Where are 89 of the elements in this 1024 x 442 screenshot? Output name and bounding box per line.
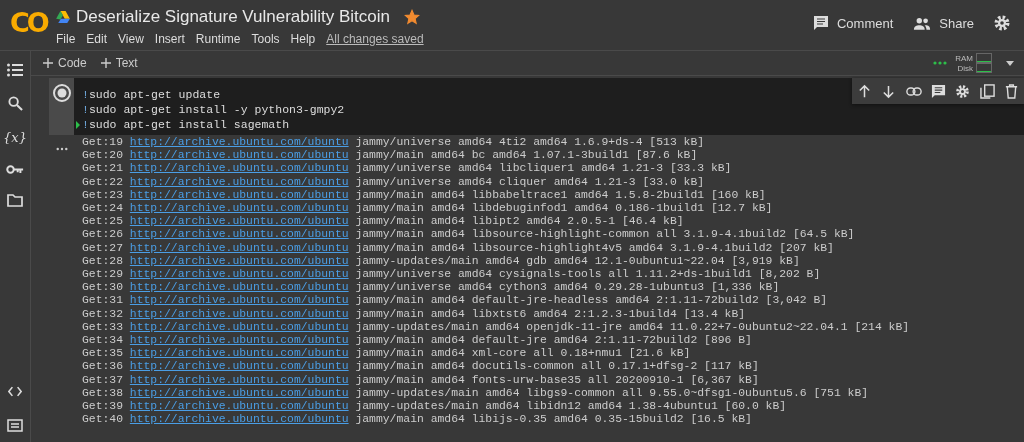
notebook-title[interactable]: Deserialize Signature Vulnerability Bitcoin <box>76 7 391 27</box>
menu-item[interactable]: File <box>56 32 76 46</box>
url-link[interactable]: http://archive.ubuntu.com/ubuntu <box>129 228 349 241</box>
output-line: Get:40 http://archive.ubuntu.com/ubuntu jammy/main amd64 libijs-0.35 amd64 0.35-15build2 [16.5 kB] <box>82 413 752 427</box>
output-line: Get:30 http://archive.ubuntu.com/ubuntu jammy/universe amd64 cython3 amd64 0.29.28-1ubuntu3 [1,336 kB] <box>82 281 780 295</box>
url-link[interactable]: http://archive.ubuntu.com/ubuntu <box>129 241 349 254</box>
key-icon[interactable] <box>6 164 24 175</box>
menu-item[interactable]: Tools <box>251 32 280 46</box>
caret-icon[interactable] <box>1006 60 1014 66</box>
output-line: Get:28 http://archive.ubuntu.com/ubuntu jammy-updates/main amd64 gdb amd64 12.1-0ubuntu1~22.04 [3,919 kB] <box>82 254 800 269</box>
resource-label: Disk <box>957 63 973 73</box>
menu-item[interactable]: Edit <box>86 32 108 46</box>
mirror-cell-icon[interactable] <box>979 83 995 99</box>
url-link[interactable]: http://archive.ubuntu.com/ubuntu <box>129 360 349 373</box>
output-line: Get:37 http://archive.ubuntu.com/ubuntu jammy/main amd64 fonts-urw-base35 all 20200910-1 [6,367 kB] <box>82 373 759 387</box>
output-line: Get:23 http://archive.ubuntu.com/ubuntu jammy/main amd64 libbabeltrace1 amd64 1.5.8-2build1 [160 kB] <box>82 188 766 202</box>
logo[interactable]: CO <box>10 8 46 38</box>
delete-icon[interactable] <box>1004 83 1020 99</box>
url-link[interactable]: http://archive.ubuntu.com/ubuntu <box>129 149 349 162</box>
plus-icon <box>100 58 111 68</box>
output-line: Get:26 http://archive.ubuntu.com/ubuntu jammy/main amd64 libsource-highlight-common all 3.1.9-4.1build2 [64.5 kB] <box>82 228 855 242</box>
url-link[interactable]: http://archive.ubuntu.com/ubuntu <box>129 175 349 188</box>
code-icon[interactable] <box>8 386 22 397</box>
variables-icon[interactable]: {x} <box>3 130 27 145</box>
comment-icon[interactable] <box>930 83 946 99</box>
drive-icon <box>56 11 70 23</box>
url-link[interactable]: http://archive.ubuntu.com/ubuntu <box>129 413 349 426</box>
add-cell-button[interactable]: Text <box>98 56 140 70</box>
menu-item[interactable]: Runtime <box>195 32 241 46</box>
output-line: Get:22 http://archive.ubuntu.com/ubuntu jammy/universe amd64 cliquer amd64 1.21-3 [33.0 kB] <box>82 175 705 189</box>
run-button[interactable] <box>51 83 72 103</box>
url-link[interactable]: http://archive.ubuntu.com/ubuntu <box>129 202 349 214</box>
folder-icon[interactable] <box>7 194 23 207</box>
people-icon <box>913 16 932 30</box>
usage-graph-icon <box>976 53 992 63</box>
output-line: Get:21 http://archive.ubuntu.com/ubuntu jammy/universe amd64 libcliquer1 amd64 1.21-3 [33.3 kB] <box>82 162 732 176</box>
code-line: !sudo apt-get install sagemath <box>82 117 290 132</box>
code-line: !sudo apt-get update <box>82 87 221 102</box>
url-link[interactable]: http://archive.ubuntu.com/ubuntu <box>129 268 349 281</box>
url-link[interactable]: http://archive.ubuntu.com/ubuntu <box>129 320 349 333</box>
search-icon[interactable] <box>7 96 23 111</box>
url-link[interactable]: http://archive.ubuntu.com/ubuntu <box>129 334 349 347</box>
add-cell-button[interactable]: Code <box>41 56 89 70</box>
url-link[interactable]: http://archive.ubuntu.com/ubuntu <box>129 281 349 294</box>
output-line: Get:32 http://archive.ubuntu.com/ubuntu jammy/main amd64 libxtst6 amd64 2:1.2.3-1build4 [13.4 kB] <box>82 307 746 321</box>
code-line: !sudo apt-get install -y python3-gmpy2 <box>82 102 345 117</box>
url-link[interactable]: http://archive.ubuntu.com/ubuntu <box>129 386 349 399</box>
comment-icon <box>812 15 829 31</box>
connected-status-icon <box>933 61 948 65</box>
url-link[interactable]: http://archive.ubuntu.com/ubuntu <box>129 294 349 307</box>
url-link[interactable]: http://archive.ubuntu.com/ubuntu <box>129 136 349 148</box>
url-link[interactable]: http://archive.ubuntu.com/ubuntu <box>129 254 349 267</box>
output-line: Get:19 http://archive.ubuntu.com/ubuntu jammy/universe amd64 4ti2 amd64 1.6.9+ds-4 [513 kB] <box>82 136 705 150</box>
more-options-icon[interactable] <box>55 147 68 151</box>
menu-item[interactable]: Insert <box>154 32 185 46</box>
comment-button[interactable]: Comment <box>812 15 894 31</box>
menu-item[interactable]: View <box>118 32 144 46</box>
output-line: Get:33 http://archive.ubuntu.com/ubuntu jammy-updates/main amd64 openjdk-11-jre amd64 11.0.22+7-0ubuntu2~22.04.1 [214 kB] <box>82 320 910 335</box>
output-line: Get:36 http://archive.ubuntu.com/ubuntu jammy/main amd64 docutils-common all 0.17.1+dfsg-2 [117 kB] <box>82 360 759 374</box>
url-link[interactable]: http://archive.ubuntu.com/ubuntu <box>129 400 349 413</box>
table-of-contents-icon[interactable] <box>7 63 23 77</box>
output-line: Get:39 http://archive.ubuntu.com/ubuntu jammy-updates/main amd64 libidn12 amd64 1.38-4ubuntu1 [60.0 kB] <box>82 400 787 414</box>
output-line: Get:20 http://archive.ubuntu.com/ubuntu jammy/main amd64 bc amd64 1.07.1-3build1 [87.6 kB] <box>82 149 698 163</box>
save-status-link[interactable]: All changes saved <box>326 32 424 46</box>
url-link[interactable]: http://archive.ubuntu.com/ubuntu <box>129 347 349 360</box>
output-line: Get:29 http://archive.ubuntu.com/ubuntu jammy/universe amd64 cysignals-tools all 1.11.2+ds-1build1 [8,202 B] <box>82 268 821 282</box>
output-line: Get:38 http://archive.ubuntu.com/ubuntu jammy-updates/main amd64 libgs9-common all 9.55.0~dfsg1-0ubuntu5.6 [751 kB] <box>82 386 869 401</box>
url-link[interactable]: http://archive.ubuntu.com/ubuntu <box>129 307 349 320</box>
output-line: Get:35 http://archive.ubuntu.com/ubuntu jammy/main amd64 xml-core all 0.18+nmu1 [21.6 kB] <box>82 347 691 361</box>
plus-icon <box>43 58 53 68</box>
link-icon[interactable] <box>905 86 922 96</box>
output-line: Get:25 http://archive.ubuntu.com/ubuntu jammy/main amd64 libipt2 amd64 2.0.5-1 [46.4 kB] <box>82 215 684 229</box>
output-line: Get:34 http://archive.ubuntu.com/ubuntu jammy/main amd64 default-jre amd64 2:1.11-72build2 [896 B] <box>82 334 752 348</box>
settings-icon[interactable] <box>994 15 1010 31</box>
settings-icon[interactable] <box>955 83 971 99</box>
output-line: Get:27 http://archive.ubuntu.com/ubuntu jammy/main amd64 libsource-highlight4v5 amd64 3.1.9-4.1build2 [207 kB] <box>82 241 834 255</box>
terminal-icon[interactable] <box>7 419 23 432</box>
url-link[interactable]: http://archive.ubuntu.com/ubuntu <box>129 373 349 386</box>
star-icon[interactable] <box>404 9 421 25</box>
share-button[interactable]: Share <box>913 15 974 31</box>
menu-item[interactable]: Help <box>290 32 316 46</box>
url-link[interactable]: http://archive.ubuntu.com/ubuntu <box>129 215 349 228</box>
code-editor[interactable]: !sudo apt-get update !sudo apt-get install -y python3-gmpy2 !sudo apt-get install sagemath <box>74 78 1024 135</box>
resource-label: RAM <box>955 53 973 63</box>
output-line: Get:24 http://archive.ubuntu.com/ubuntu jammy/main amd64 libdebuginfod1 amd64 0.186-1build1 [12.7 kB] <box>82 202 773 216</box>
output-line: Get:31 http://archive.ubuntu.com/ubuntu jammy/main amd64 default-jre-headless amd64 2:1.11-72build2 [3,042 B] <box>82 294 828 308</box>
url-link[interactable]: http://archive.ubuntu.com/ubuntu <box>129 162 349 175</box>
url-link[interactable]: http://archive.ubuntu.com/ubuntu <box>129 188 349 201</box>
usage-graph-icon <box>976 63 992 73</box>
